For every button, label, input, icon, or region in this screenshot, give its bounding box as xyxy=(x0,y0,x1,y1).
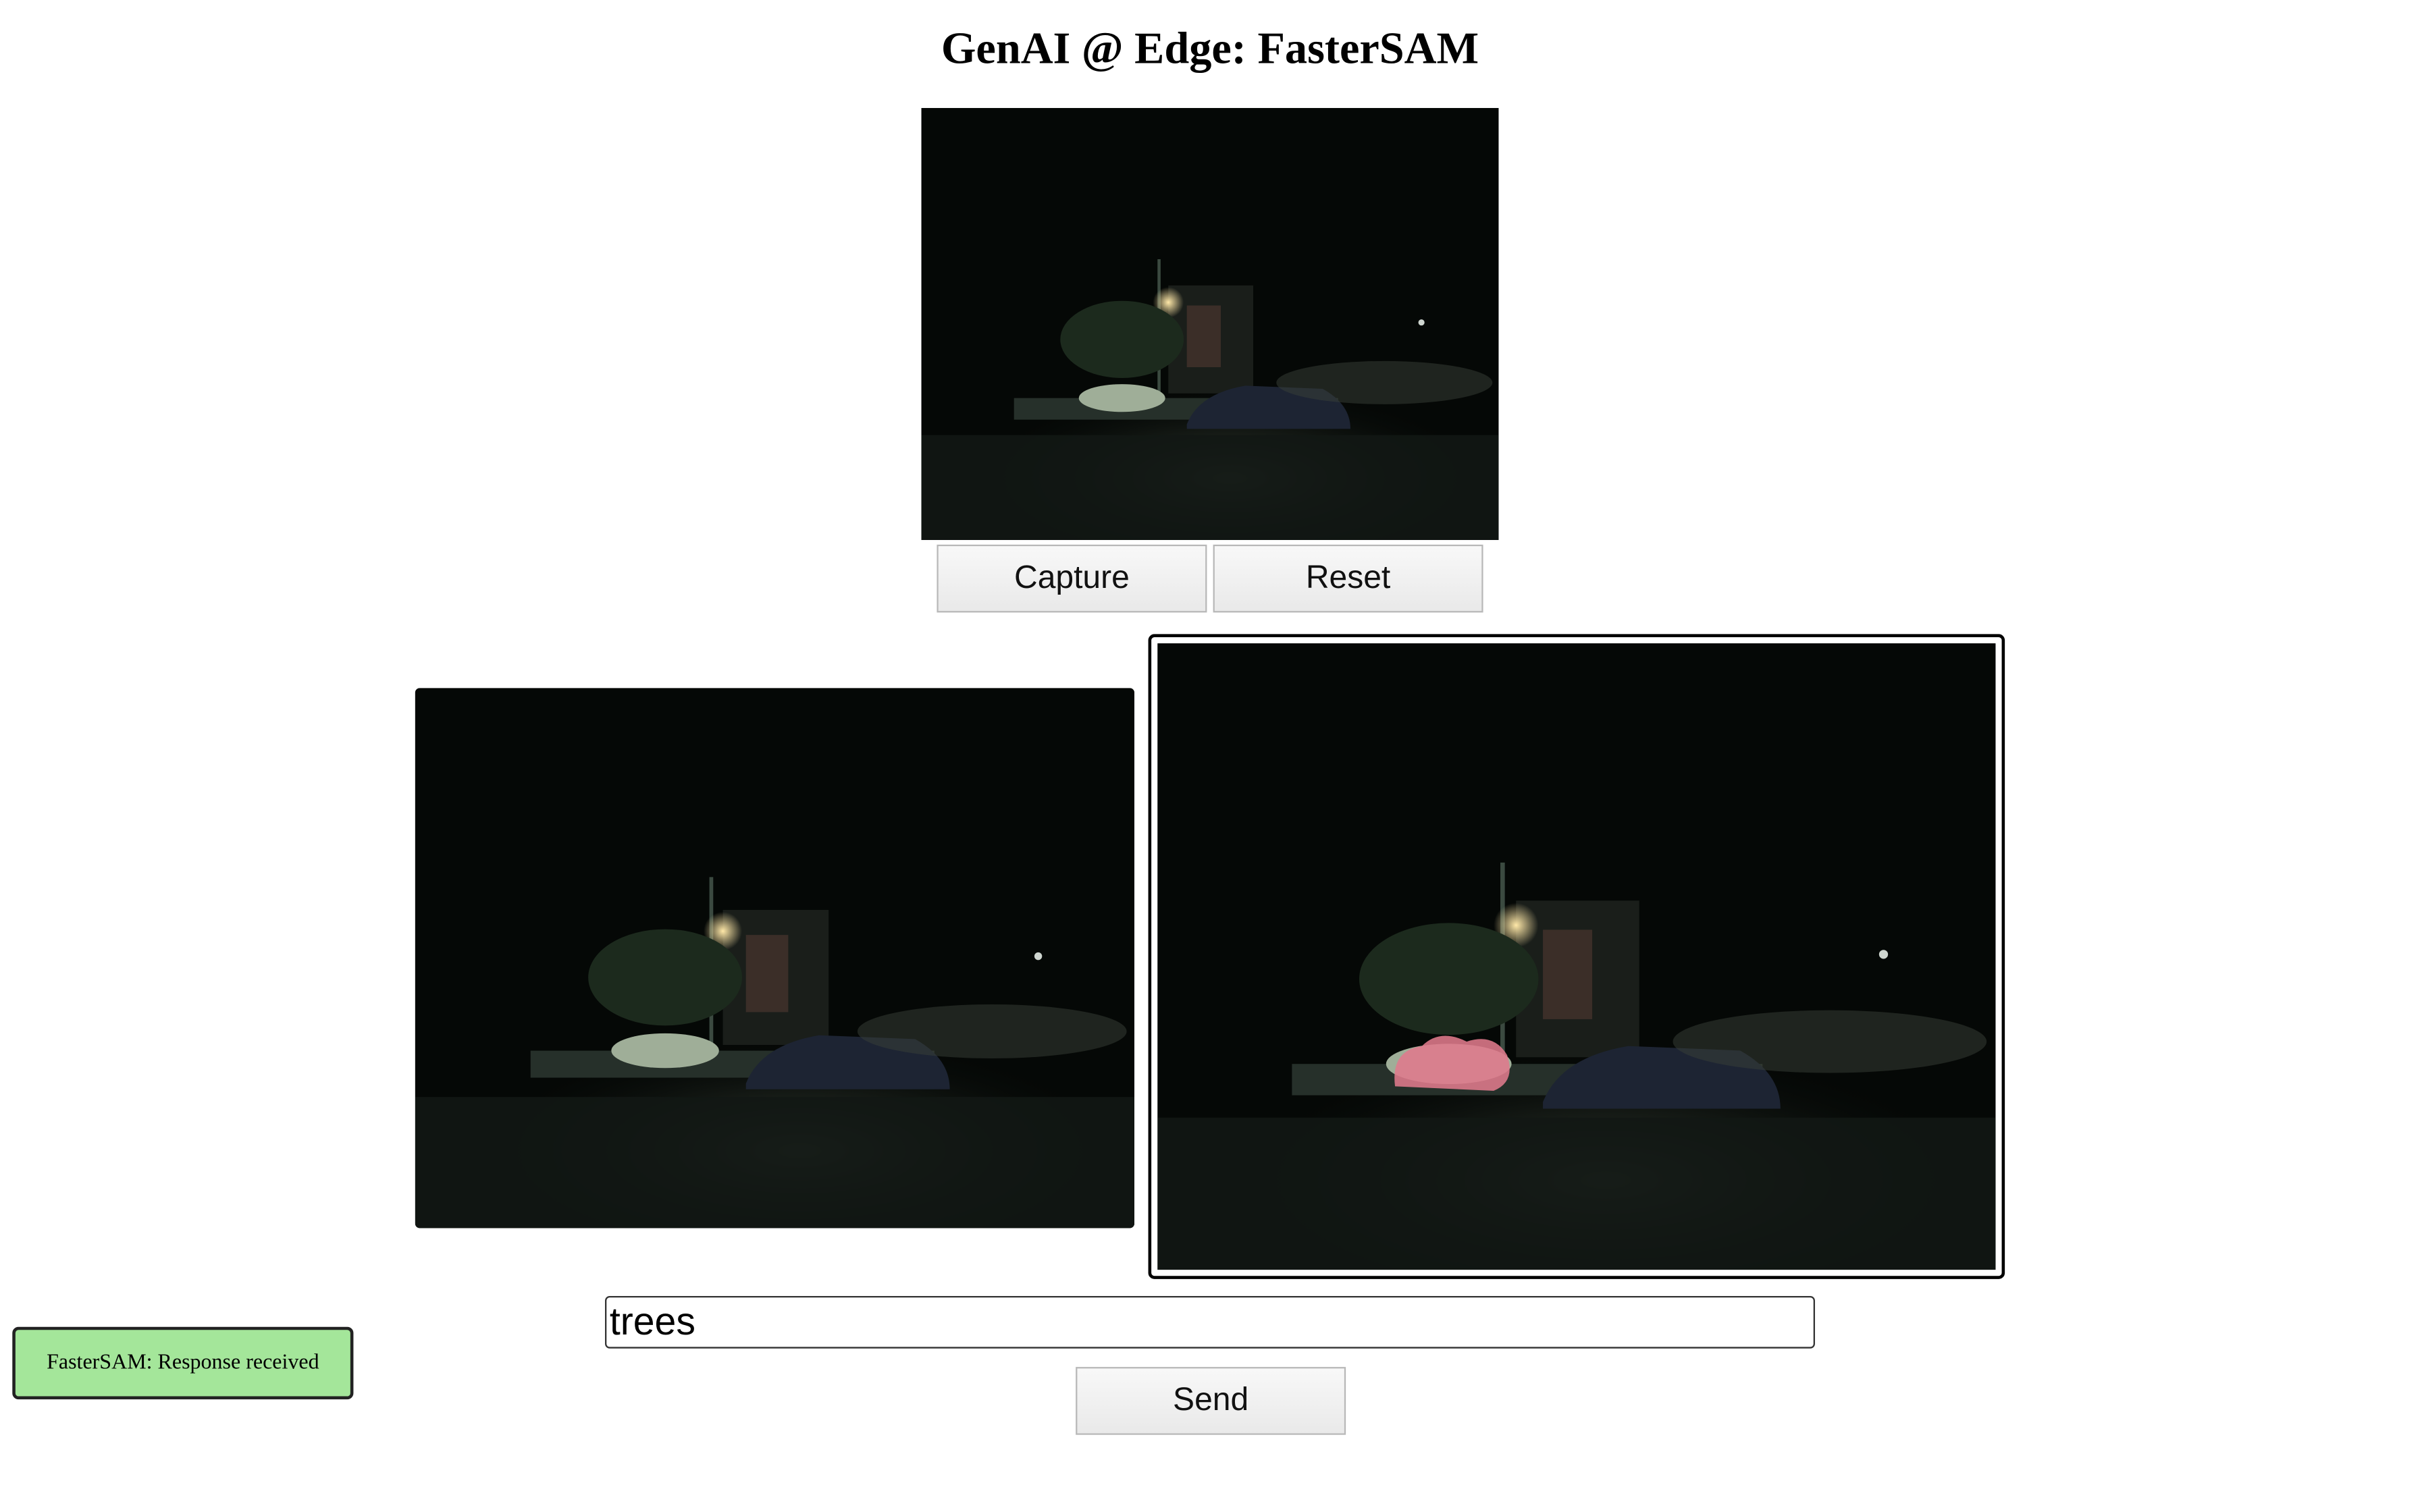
captured-image xyxy=(415,688,1134,1228)
status-toast: FasterSAM: Response received xyxy=(12,1326,354,1400)
app-root: GenAI @ Edge: FasterSAM Capture Reset tr… xyxy=(0,0,2420,1512)
camera-preview xyxy=(921,107,1499,540)
capture-button[interactable]: Capture xyxy=(937,544,1207,613)
reset-button[interactable]: Reset xyxy=(1213,544,1483,613)
send-button[interactable]: Send xyxy=(1076,1367,1346,1435)
segmentation-result-image xyxy=(1157,643,1996,1270)
prompt-input[interactable]: trees xyxy=(604,1295,1815,1349)
page-title: GenAI @ Edge: FasterSAM xyxy=(941,24,1479,74)
segmentation-result-frame xyxy=(1148,634,2005,1279)
